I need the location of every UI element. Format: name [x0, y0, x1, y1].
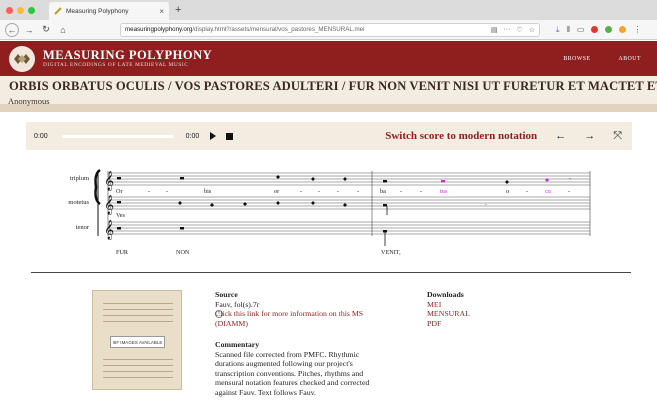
svg-text:-: -: [485, 202, 487, 208]
reload-icon[interactable]: ↻: [39, 23, 53, 37]
browser-nav-bar: ← → ↻ ⌂ i measuringpolyphony.org /displa…: [0, 20, 657, 318]
site-header: MEASURING POLYPHONY DIGITAL ENCODINGS OF…: [0, 41, 657, 76]
download-mensural-link[interactable]: MENSURAL: [427, 309, 470, 319]
close-window-button[interactable]: [6, 6, 13, 14]
svg-text:-: -: [357, 188, 359, 195]
svg-text:-: -: [526, 188, 528, 195]
svg-text:VENIT,: VENIT,: [381, 249, 401, 256]
current-time: 0:00: [34, 132, 48, 140]
page-title: ORBIS ORBATUS OCULIS / VOS PASTORES ADUL…: [9, 79, 657, 93]
stop-icon[interactable]: [226, 132, 234, 140]
play-icon[interactable]: [210, 132, 217, 140]
site-logo-icon[interactable]: [9, 45, 35, 72]
treble-clef-tenor-icon: 𝄞: [104, 220, 114, 240]
score-svg: 𝄞 𝄞 𝄞 triplum motetus tenor - - Or - - b…: [68, 168, 591, 256]
voice-label-tenor: tenor: [76, 224, 90, 231]
sidebar-icon[interactable]: ▭: [577, 25, 585, 34]
url-path: /display.html?/assets/mensural/vos_pasto…: [192, 26, 365, 33]
score-view: 𝄞 𝄞 𝄞 triplum motetus tenor - - Or - - b…: [0, 152, 657, 264]
title-banner: ORBIS ORBATUS OCULIS / VOS PASTORES ADUL…: [0, 76, 657, 112]
fullscreen-icon[interactable]: ⤧: [613, 130, 622, 143]
svg-text:ba: ba: [380, 188, 386, 195]
commentary-heading: Commentary: [215, 340, 260, 349]
voice-label-motetus: motetus: [68, 199, 89, 206]
nav-browse[interactable]: BROWSE: [563, 56, 590, 62]
svg-text:NON: NON: [176, 249, 190, 256]
close-tab-icon[interactable]: ×: [159, 7, 164, 16]
svg-text:Ves: Ves: [116, 212, 126, 219]
downloads-heading: Downloads: [427, 290, 464, 299]
iiif-placeholder: IIIF IMAGES AVAILABLE: [110, 336, 165, 348]
top-nav: BROWSE ABOUT: [563, 56, 641, 62]
source-info: Source Fauv, fol(s).7r Click this link f…: [215, 290, 390, 397]
library-icon[interactable]: ⫴: [567, 25, 570, 35]
previous-arrow-icon[interactable]: ←: [555, 130, 566, 142]
svg-text:-: -: [318, 188, 320, 195]
svg-text:or: or: [274, 188, 279, 195]
treble-clef-motetus-icon: 𝄞: [104, 195, 114, 215]
forward-arrow-icon[interactable]: →: [22, 23, 36, 37]
next-arrow-icon[interactable]: →: [584, 130, 595, 142]
bookmark-star-icon[interactable]: ☆: [529, 26, 535, 34]
diamm-link[interactable]: Click this link for more information on …: [215, 309, 390, 328]
svg-text:cu: cu: [545, 188, 551, 195]
url-bar[interactable]: i measuringpolyphony.org /display.html?/…: [120, 22, 540, 318]
browser-tab-bar: Measuring Polyphony × +: [0, 0, 657, 20]
menu-icon[interactable]: ⋮: [633, 25, 641, 34]
page-actions-icon[interactable]: ···: [503, 26, 510, 34]
total-time: 0:00: [185, 132, 200, 140]
tab-title: Measuring Polyphony: [66, 7, 129, 15]
treble-clef-triplum-icon: 𝄞: [104, 171, 114, 191]
svg-text:-: -: [569, 176, 571, 182]
maximize-window-button[interactable]: [28, 6, 35, 14]
svg-text:-: -: [300, 188, 302, 195]
site-favicon-icon: [54, 7, 62, 15]
audio-player: 0:00 0:00 Switch score to modern notatio…: [26, 122, 632, 150]
source-ms: Fauv, fol(s).7r: [215, 299, 260, 309]
svg-text:o: o: [506, 188, 509, 195]
svg-text:-: -: [148, 188, 150, 195]
minimize-window-button[interactable]: [17, 6, 24, 14]
svg-text:bis: bis: [204, 188, 212, 195]
commentary-text: Scanned file corrected from PMFC. Rhythm…: [215, 349, 370, 397]
source-heading: Source: [215, 290, 238, 299]
browser-tab[interactable]: Measuring Polyphony ×: [49, 2, 169, 20]
adblock-extension-icon[interactable]: [591, 26, 599, 33]
download-mei-link[interactable]: MEI: [427, 300, 470, 310]
extension-orange-icon[interactable]: [619, 26, 627, 33]
nav-about[interactable]: ABOUT: [619, 56, 641, 62]
back-arrow-icon[interactable]: ←: [5, 22, 19, 37]
svg-text:-: -: [568, 188, 570, 195]
svg-text:FUR: FUR: [116, 249, 129, 256]
pocket-icon[interactable]: ♡: [516, 26, 522, 34]
downloads-icon[interactable]: ⤓: [556, 25, 560, 35]
extension-green-icon[interactable]: [605, 26, 613, 33]
download-pdf-link[interactable]: PDF: [427, 319, 470, 329]
progress-bar[interactable]: [61, 134, 174, 138]
svg-text:-: -: [400, 188, 402, 195]
svg-text:-: -: [420, 188, 422, 195]
home-icon[interactable]: ⌂: [56, 23, 70, 37]
composer-name: Anonymous: [8, 96, 50, 106]
reader-view-icon[interactable]: ▤: [491, 26, 498, 34]
site-tagline: DIGITAL ENCODINGS OF LATE MEDIEVAL MUSIC: [43, 62, 189, 68]
new-tab-icon[interactable]: +: [175, 4, 181, 16]
downloads-section: Downloads MEI MENSURAL PDF: [427, 290, 470, 328]
url-domain: measuringpolyphony.org: [125, 26, 193, 33]
svg-text:-: -: [337, 188, 339, 195]
switch-notation-button[interactable]: Switch score to modern notation: [385, 130, 537, 142]
lyric: Or: [116, 188, 123, 195]
banner-decoration: [0, 104, 657, 112]
section-divider: [31, 272, 631, 273]
svg-text:tus: tus: [440, 188, 448, 195]
manuscript-thumbnail[interactable]: IIIF IMAGES AVAILABLE: [92, 290, 182, 390]
svg-text:-: -: [166, 188, 168, 195]
site-name: MEASURING POLYPHONY: [43, 48, 213, 62]
voice-label-triplum: triplum: [70, 175, 89, 182]
window-controls: [6, 6, 35, 14]
site-brand[interactable]: MEASURING POLYPHONY DIGITAL ENCODINGS OF…: [43, 48, 213, 69]
